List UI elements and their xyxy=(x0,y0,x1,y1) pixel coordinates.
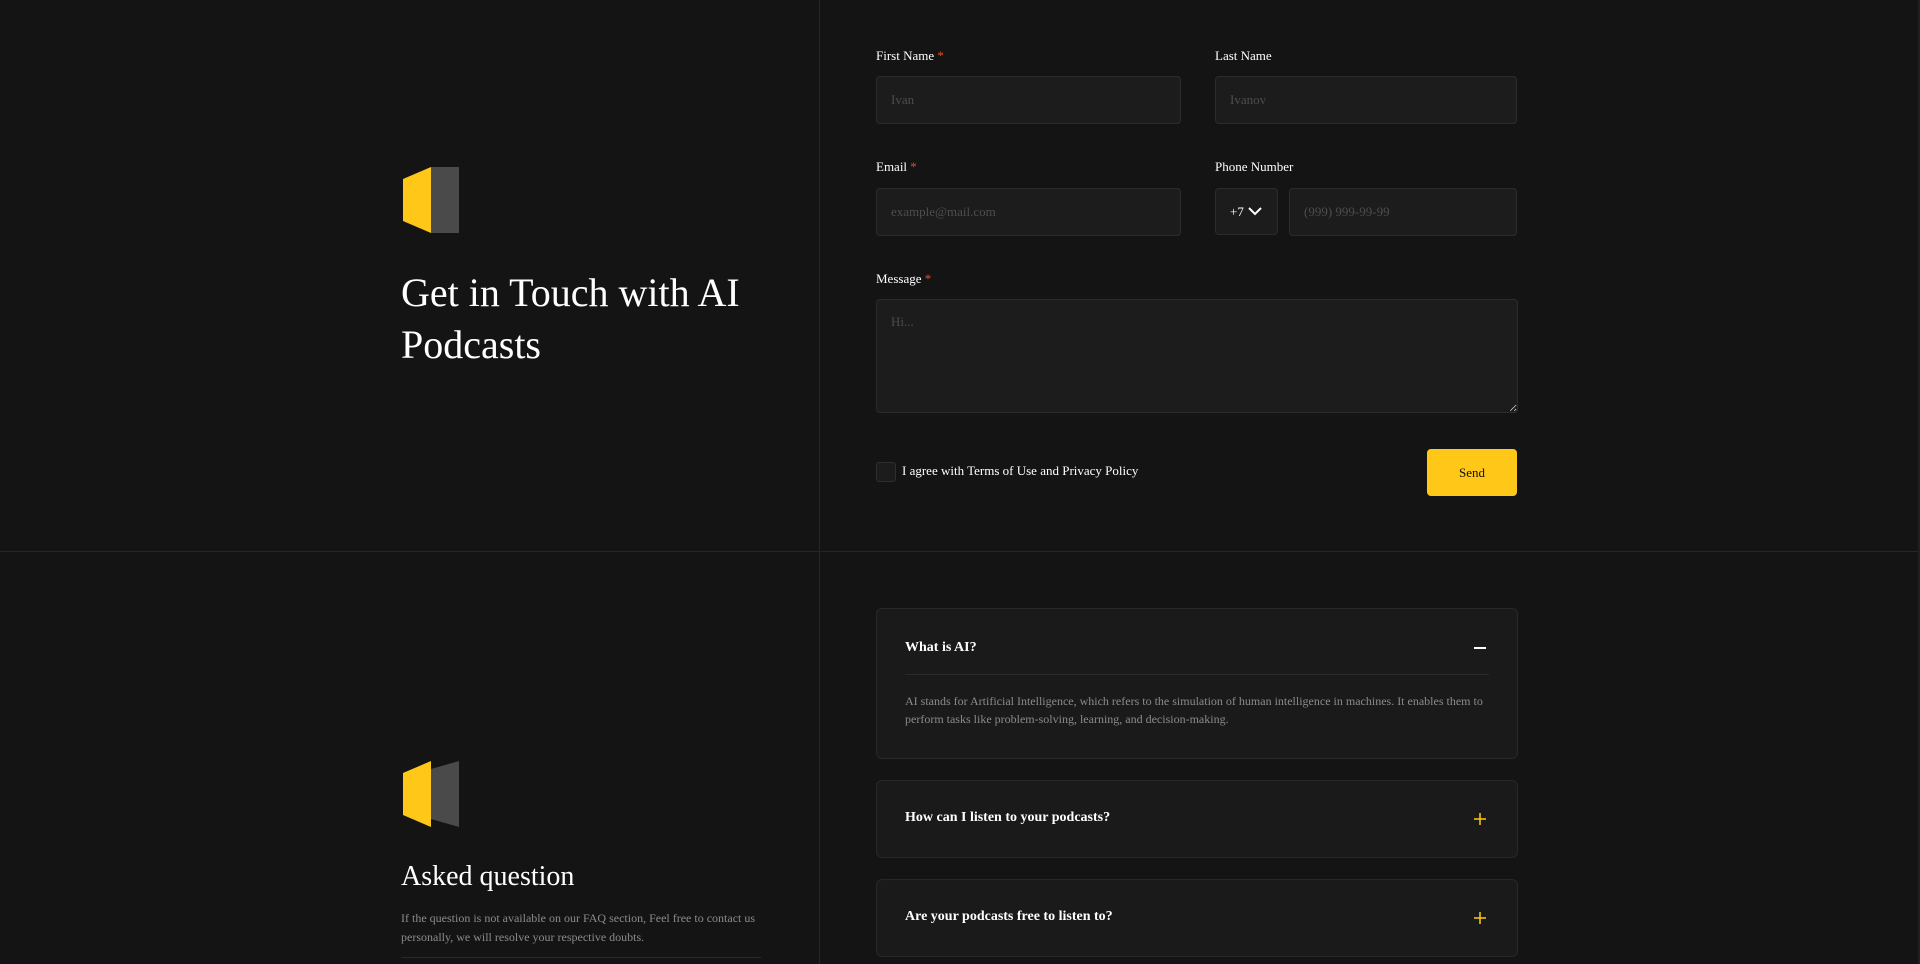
phone-input[interactable] xyxy=(1289,188,1517,236)
phone-label-text: Phone Number xyxy=(1215,159,1294,174)
chevron-down-icon xyxy=(1248,204,1262,220)
faq-question[interactable]: Are your podcasts free to listen to? xyxy=(905,909,1113,925)
plus-icon[interactable] xyxy=(1473,911,1487,925)
email-input[interactable] xyxy=(876,188,1181,236)
phone-label: Phone Number xyxy=(1215,159,1293,175)
required-mark: * xyxy=(924,271,932,286)
last-name-input[interactable] xyxy=(1215,76,1517,124)
agree-label[interactable]: I agree with Terms of Use and Privacy Po… xyxy=(902,463,1138,479)
email-label: Email * xyxy=(876,159,917,175)
section-divider xyxy=(0,551,1920,552)
faq-title: Asked question xyxy=(401,861,575,892)
logo-icon xyxy=(401,167,459,233)
last-name-label-text: Last Name xyxy=(1215,48,1272,63)
faq-divider xyxy=(905,674,1489,675)
faq-description: If the question is not available on our … xyxy=(401,911,756,944)
faq-question[interactable]: What is AI? xyxy=(905,640,977,656)
message-label-text: Message xyxy=(876,271,922,286)
message-textarea[interactable] xyxy=(876,299,1518,413)
country-code-value: +7 xyxy=(1230,203,1244,219)
faq-answer: AI stands for Artificial Intelligence, w… xyxy=(905,694,1483,726)
agree-checkbox[interactable] xyxy=(876,462,896,482)
faq-item[interactable]: How can I listen to your podcasts? xyxy=(876,780,1518,858)
send-button[interactable]: Send xyxy=(1427,449,1517,496)
first-name-label-text: First Name xyxy=(876,48,935,63)
plus-icon[interactable] xyxy=(1473,812,1487,826)
message-label: Message * xyxy=(876,271,931,287)
required-mark: * xyxy=(937,48,944,63)
required-mark: * xyxy=(910,159,917,174)
faq-item[interactable]: Are your podcasts free to listen to? xyxy=(876,879,1518,957)
column-divider xyxy=(819,0,820,964)
logo-icon xyxy=(401,761,459,827)
first-name-label: First Name * xyxy=(876,48,944,64)
faq-question[interactable]: How can I listen to your podcasts? xyxy=(905,810,1110,826)
last-name-label: Last Name xyxy=(1215,48,1272,64)
faq-item[interactable]: What is AI? AI stands for Artificial Int… xyxy=(876,608,1518,759)
email-label-text: Email xyxy=(876,159,908,174)
first-name-input[interactable] xyxy=(876,76,1181,124)
divider xyxy=(401,957,761,958)
country-code-select[interactable]: +7 xyxy=(1215,188,1278,235)
page-title: Get in Touch with AI Podcasts xyxy=(401,270,740,367)
contact-page: Get in Touch with AI Podcasts First Name… xyxy=(0,0,1920,964)
minus-icon[interactable] xyxy=(1473,641,1487,655)
